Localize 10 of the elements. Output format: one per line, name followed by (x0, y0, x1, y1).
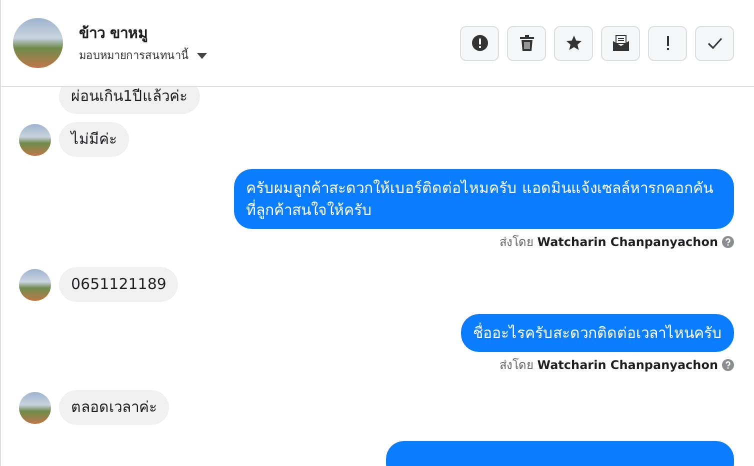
message-bubble: ไม่มีค่ะ (59, 122, 129, 157)
sender-label: ส่งโดย Watcharin Chanpanyachon (499, 357, 718, 374)
message-bubble: ชื่ออะไรครับสะดวกติดต่อเวลาไหนครับ (461, 314, 734, 352)
message-bubble: ครับผมลูกค้าสะดวกให้เบอร์ติดต่อไหมครับ แอดมินแจ้งเซลล์หารกคอกคัน ที่ลูกค้าสนใจให้ครับ (234, 169, 734, 229)
assign-conversation-link[interactable]: มอบหมายการสนทนานี้ (79, 48, 189, 64)
sender-label: ส่งโดย Watcharin Chanpanyachon (499, 234, 718, 251)
message-bubble: ตลอดเวลาค่ะ (59, 390, 169, 425)
message-bubble: 0651121189 (59, 267, 178, 302)
message-bubble: ผ่อนเกิน1ปีแล้วค่ะ (59, 87, 200, 114)
contact-name: ข้าว ขาหมู (79, 22, 150, 44)
